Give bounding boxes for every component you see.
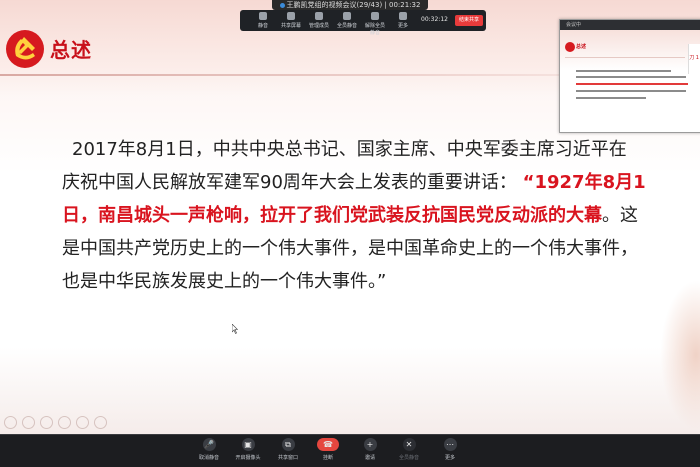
- mute-all-button[interactable]: ✕ 全员静音: [389, 438, 429, 461]
- share-window-button[interactable]: ⧉ 共享窗口: [268, 438, 308, 461]
- video-preview-window[interactable]: 会议中 总述 刀 1: [559, 19, 700, 133]
- toolbar-mute-button[interactable]: 静音: [252, 12, 274, 29]
- slide-title: 总述: [50, 38, 92, 62]
- party-emblem-icon: [565, 42, 575, 52]
- toolbar-mute-all-button[interactable]: 全员静音: [336, 12, 358, 29]
- mouse-cursor-icon: [232, 324, 238, 334]
- preview-text-line: [576, 70, 671, 72]
- mute-all-icon: [343, 12, 351, 20]
- slide-paragraph: 2017年8月1日，中共中央总书记、国家主席、中央军委主席习近平在 庆祝中国人民…: [62, 133, 672, 298]
- toolbar-more-button[interactable]: 更多: [392, 12, 414, 29]
- app-logo-icon: [279, 2, 285, 8]
- preview-title: 总述: [576, 44, 587, 50]
- preview-text-line: [576, 76, 686, 78]
- mute-all-icon: ✕: [402, 438, 416, 451]
- members-icon: [315, 12, 323, 20]
- paragraph-line-2: 庆祝中国人民解放军建军90周年大会上发表的重要讲话：: [62, 172, 517, 193]
- pen-icon[interactable]: [22, 416, 35, 429]
- share-window-icon: ⧉: [281, 438, 295, 451]
- unmute-button[interactable]: 🎤 取消静音: [189, 438, 229, 461]
- quote-part-2: 日，南昌城头一声枪响，拉开了我们党武装反抗国民党反动派的大幕: [62, 205, 602, 226]
- preview-divider: [565, 57, 685, 58]
- preview-side-text: 刀 1: [689, 55, 699, 61]
- meeting-toolbar: 静音 共享屏幕 管理成员 全员静音 解除全员静音 更多 00:32:12 结束共…: [240, 10, 486, 36]
- more-options-icon[interactable]: [94, 416, 107, 429]
- hang-up-button[interactable]: ☎ 挂断: [308, 438, 348, 461]
- unmute-all-icon: [371, 12, 379, 20]
- zoom-icon[interactable]: [76, 416, 89, 429]
- more-icon: [399, 12, 407, 20]
- window-title-bar: 王鹏凯党组的视频会议(29/43) | 00:21:32: [272, 0, 428, 10]
- preview-text-line: [576, 97, 646, 99]
- pointer-icon[interactable]: [4, 416, 17, 429]
- end-share-button[interactable]: 结束共享: [455, 15, 483, 26]
- slide-decoration: [660, 280, 700, 430]
- title-divider: [0, 74, 560, 76]
- preview-body: 总述 刀 1: [560, 30, 700, 131]
- preview-header: 会议中: [560, 20, 700, 30]
- window-title: 王鹏凯党组的视频会议(29/43): [286, 1, 383, 9]
- preview-text-line: [576, 90, 686, 92]
- toolbar-share-screen-button[interactable]: 共享屏幕: [280, 12, 302, 29]
- camera-icon: ▣: [241, 438, 255, 451]
- hang-up-icon: ☎: [317, 438, 339, 451]
- more-button[interactable]: ⋯ 更多: [430, 438, 470, 461]
- paragraph-line-1: 2017年8月1日，中共中央总书记、国家主席、中央军委主席习近平在: [72, 139, 627, 160]
- start-camera-button[interactable]: ▣ 开启摄像头: [228, 438, 268, 461]
- invite-icon: +: [363, 438, 377, 451]
- microphone-icon: [259, 12, 267, 20]
- quote-part-1: “1927年8月1: [522, 172, 646, 193]
- eraser-icon[interactable]: [40, 416, 53, 429]
- slides-icon[interactable]: [58, 416, 71, 429]
- after-quote: 。这: [602, 205, 638, 226]
- paragraph-line-4: 也是中华民族发展史上的一个伟大事件。”: [62, 271, 387, 292]
- paragraph-line-3: 是中国共产党历史上的一个伟大事件，是中国革命史上的一个伟大事件，: [62, 238, 638, 259]
- share-timer: 00:32:12: [421, 16, 448, 23]
- party-emblem-icon: [6, 30, 44, 68]
- microphone-icon: 🎤: [202, 438, 216, 451]
- slide-control-icons[interactable]: [4, 414, 112, 430]
- share-screen-icon: [287, 12, 295, 20]
- elapsed-time: 00:21:32: [389, 1, 421, 9]
- preview-text-line: [576, 83, 688, 85]
- more-icon: ⋯: [443, 438, 457, 451]
- toolbar-manage-members-button[interactable]: 管理成员: [308, 12, 330, 29]
- meeting-bottom-toolbar: 🎤 取消静音 ▣ 开启摄像头 ⧉ 共享窗口 ☎ 挂断 + 邀请 ✕ 全员静音 ⋯…: [0, 434, 700, 467]
- invite-button[interactable]: + 邀请: [350, 438, 390, 461]
- toolbar-unmute-all-button[interactable]: 解除全员静音: [364, 12, 386, 36]
